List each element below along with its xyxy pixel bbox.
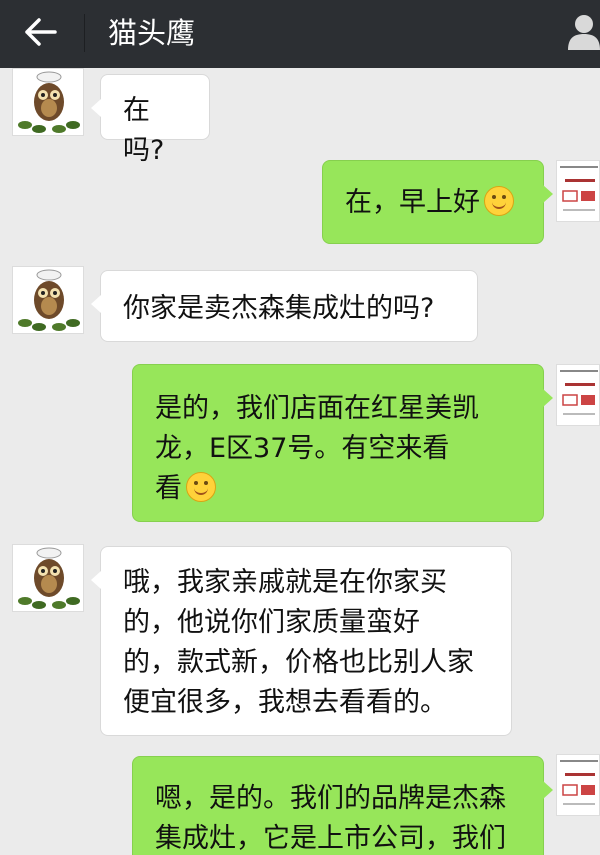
message-text: 你家是卖杰森集成灶的吗? — [123, 293, 435, 324]
message-text: 在吗? — [123, 95, 165, 166]
incoming-message[interactable]: 你家是卖杰森集成灶的吗? — [91, 270, 478, 342]
message-line: 是的，我们店面在红星美凯 — [155, 393, 479, 424]
outgoing-message[interactable]: 是的，我们店面在红星美凯 龙，E区37号。有空来看 看 — [132, 364, 553, 522]
chat-title: 猫头鹰 — [108, 16, 196, 50]
profile-button[interactable] — [568, 12, 600, 52]
owl-avatar[interactable] — [12, 68, 84, 136]
smiley-emoji-icon — [484, 186, 514, 216]
brand-avatar[interactable] — [556, 160, 600, 222]
title-bar: 猫头鹰 — [0, 0, 600, 68]
person-icon — [568, 15, 600, 50]
brand-logo-icon — [560, 370, 598, 415]
message-line: 的，他说你们家质量蛮好 — [123, 607, 420, 638]
owl-avatar[interactable] — [12, 266, 84, 334]
message-line: 龙，E区37号。有空来看 — [155, 433, 450, 464]
back-button[interactable] — [18, 10, 62, 54]
brand-avatar[interactable] — [556, 364, 600, 426]
message-line: 的，款式新，价格也比别人家 — [123, 647, 474, 678]
owl-avatar[interactable] — [12, 544, 84, 612]
message-line: 便宜很多，我想去看看的。 — [123, 687, 447, 718]
incoming-message[interactable]: 哦，我家亲戚就是在你家买 的，他说你们家质量蛮好 的，款式新，价格也比别人家 便… — [91, 546, 512, 736]
owl-icon — [18, 269, 80, 331]
message-line: 看 — [155, 473, 182, 504]
owl-icon — [18, 547, 80, 609]
brand-avatar[interactable] — [556, 754, 600, 816]
message-line: 哦，我家亲戚就是在你家买 — [123, 567, 447, 598]
message-line: 嗯，是的。我们的品牌是杰森 — [155, 783, 506, 814]
back-arrow-icon — [25, 18, 57, 46]
owl-icon — [18, 71, 80, 133]
outgoing-message[interactable]: 在，早上好 — [322, 160, 553, 244]
outgoing-message[interactable]: 嗯，是的。我们的品牌是杰森 集成灶，它是上市公司，我们 — [132, 756, 553, 855]
brand-logo-icon — [560, 166, 598, 211]
title-divider — [84, 14, 85, 52]
brand-logo-icon — [560, 760, 598, 805]
message-text: 在，早上好 — [345, 187, 480, 218]
smiley-emoji-icon — [186, 472, 216, 502]
message-line: 集成灶，它是上市公司，我们 — [155, 823, 506, 854]
chat-area[interactable]: 在吗? 在，早上好 你家是卖杰森集成灶的吗? 是的，我们店面在红星美凯 龙，E区… — [0, 68, 600, 855]
incoming-message[interactable]: 在吗? — [91, 74, 210, 166]
